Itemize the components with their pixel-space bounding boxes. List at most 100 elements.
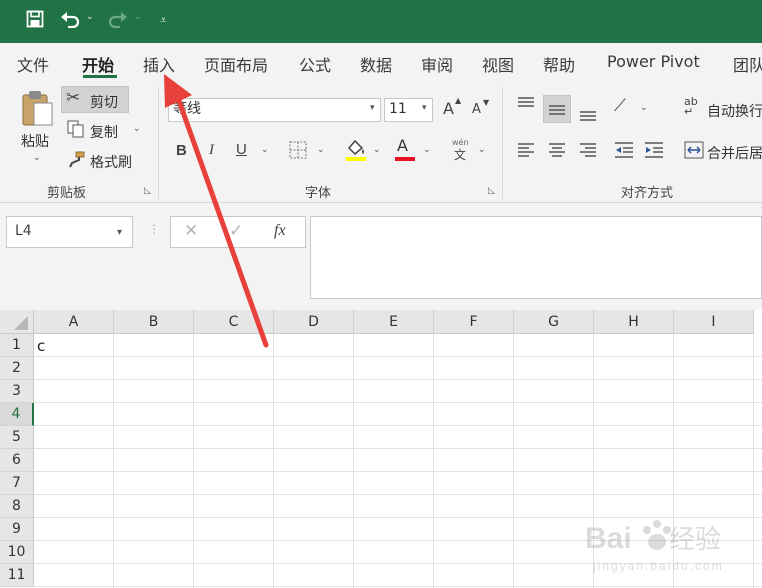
font-color-dropdown-icon[interactable]: ⌄ [423,145,431,155]
row-header-7[interactable]: 7 [0,472,34,495]
cut-label[interactable]: 剪切 [90,92,118,112]
align-left-icon[interactable] [517,143,535,160]
align-center-icon[interactable] [548,143,566,160]
orientation-icon[interactable]: ⟋ [614,98,626,115]
borders-dropdown-icon[interactable]: ⌄ [317,145,325,155]
font-name-dropdown-icon[interactable]: ▾ [370,103,375,113]
row-gridline [34,379,762,380]
font-color-icon[interactable]: A [395,138,417,165]
paste-icon[interactable] [20,89,54,132]
merge-center-icon[interactable] [684,141,704,162]
wrap-text-icon[interactable]: ab ↵ [684,96,698,117]
row-header-4[interactable]: 4 [0,403,34,426]
underline-button[interactable]: U [236,142,247,157]
column-header-b[interactable]: B [114,310,194,334]
copy-icon[interactable] [67,120,85,141]
fill-color-icon[interactable] [345,138,367,165]
undo-icon[interactable] [60,10,80,33]
column-header-a[interactable]: A [34,310,114,334]
font-name-select[interactable]: 等线 [168,98,381,122]
clipboard-launcher-icon[interactable]: ◺ [144,186,151,196]
column-header-f[interactable]: F [434,310,514,334]
tab-home[interactable]: 开始 [82,52,114,76]
paste-label[interactable]: 粘贴 [21,131,49,151]
merge-center-label[interactable]: 合并后居 [707,143,762,163]
tab-file[interactable]: 文件 [17,52,49,76]
wrap-text-label[interactable]: 自动换行 [707,101,762,121]
align-right-icon[interactable] [579,143,597,160]
tab-power-pivot[interactable]: Power Pivot [607,52,700,71]
name-box-dropdown-icon[interactable]: ▾ [117,227,122,238]
cell-a1[interactable]: c [37,337,45,355]
row-header-6[interactable]: 6 [0,449,34,472]
row-header-9[interactable]: 9 [0,518,34,541]
tab-data[interactable]: 数据 [360,52,392,76]
ribbon: 粘贴 ⌄ ✂ 剪切 复制 ⌄ 格式刷 剪贴板 ◺ 等线 ▾ 11 ▾ A ▲ A… [0,81,762,203]
decrease-indent-icon[interactable] [614,142,634,161]
column-header-i[interactable]: I [674,310,754,334]
font-launcher-icon[interactable]: ◺ [488,186,495,196]
row-header-11[interactable]: 11 [0,564,34,587]
column-header-e[interactable]: E [354,310,434,334]
orientation-dropdown-icon[interactable]: ⌄ [640,103,648,113]
align-top-icon[interactable] [517,97,535,114]
tab-view[interactable]: 视图 [482,52,514,76]
tab-formulas[interactable]: 公式 [299,52,331,76]
select-all-corner[interactable] [0,310,34,334]
group-divider [158,87,159,199]
tab-page-layout[interactable]: 页面布局 [204,52,268,76]
fill-color-dropdown-icon[interactable]: ⌄ [373,145,381,155]
format-painter-label[interactable]: 格式刷 [90,152,132,172]
undo-dropdown-icon[interactable]: ⌄ [86,12,94,22]
column-gridline [433,334,434,588]
copy-label[interactable]: 复制 [90,122,118,142]
format-painter-icon[interactable] [67,151,85,172]
row-header-3[interactable]: 3 [0,380,34,403]
svg-text:Bai: Bai [585,522,632,555]
name-box-value: L4 [15,223,32,239]
paste-dropdown-icon[interactable]: ⌄ [33,153,41,163]
cancel-icon: ✕ [184,221,199,241]
increase-indent-icon[interactable] [644,142,664,161]
row-header-5[interactable]: 5 [0,426,34,449]
column-header-h[interactable]: H [594,310,674,334]
column-header-g[interactable]: G [514,310,594,334]
column-header-c[interactable]: C [194,310,274,334]
phonetic-guide-icon[interactable]: 文 [454,149,466,161]
borders-icon[interactable] [289,141,307,162]
tab-review[interactable]: 审阅 [421,52,453,76]
column-header-d[interactable]: D [274,310,354,334]
row-header-2[interactable]: 2 [0,357,34,380]
align-middle-icon [548,103,566,120]
svg-text:jingyan.baidu.com: jingyan.baidu.com [592,559,724,573]
phonetic-top-label: wén [452,138,469,147]
grow-font-icon[interactable]: A [443,101,454,117]
name-box[interactable]: L4 [6,216,133,248]
underline-dropdown-icon[interactable]: ⌄ [261,145,269,155]
row-gridline [34,586,762,587]
customize-qat-icon[interactable]: ⩡ [160,13,167,28]
tab-help[interactable]: 帮助 [543,52,575,76]
redo-dropdown-icon: ⌄ [134,12,142,22]
bold-button[interactable]: B [176,143,187,158]
tab-insert[interactable]: 插入 [143,52,175,76]
align-bottom-icon[interactable] [579,107,597,124]
phonetic-dropdown-icon[interactable]: ⌄ [478,145,486,155]
italic-button[interactable]: I [209,143,214,158]
redo-icon [108,10,128,33]
row-gridline [34,402,762,403]
tab-team[interactable]: 团队 [733,52,762,76]
insert-function-icon[interactable]: fx [274,223,286,239]
formula-bar-grip-icon: ⋮ [148,222,160,236]
row-header-1[interactable]: 1 [0,334,34,357]
shrink-font-icon[interactable]: A [472,103,481,116]
column-gridline [753,334,754,588]
formula-input[interactable] [310,216,762,299]
row-header-8[interactable]: 8 [0,495,34,518]
font-size-dropdown-icon[interactable]: ▾ [422,103,427,113]
column-gridline [193,334,194,588]
group-divider [502,87,503,199]
copy-dropdown-icon[interactable]: ⌄ [133,124,141,134]
save-icon[interactable] [26,10,44,33]
row-header-10[interactable]: 10 [0,541,34,564]
